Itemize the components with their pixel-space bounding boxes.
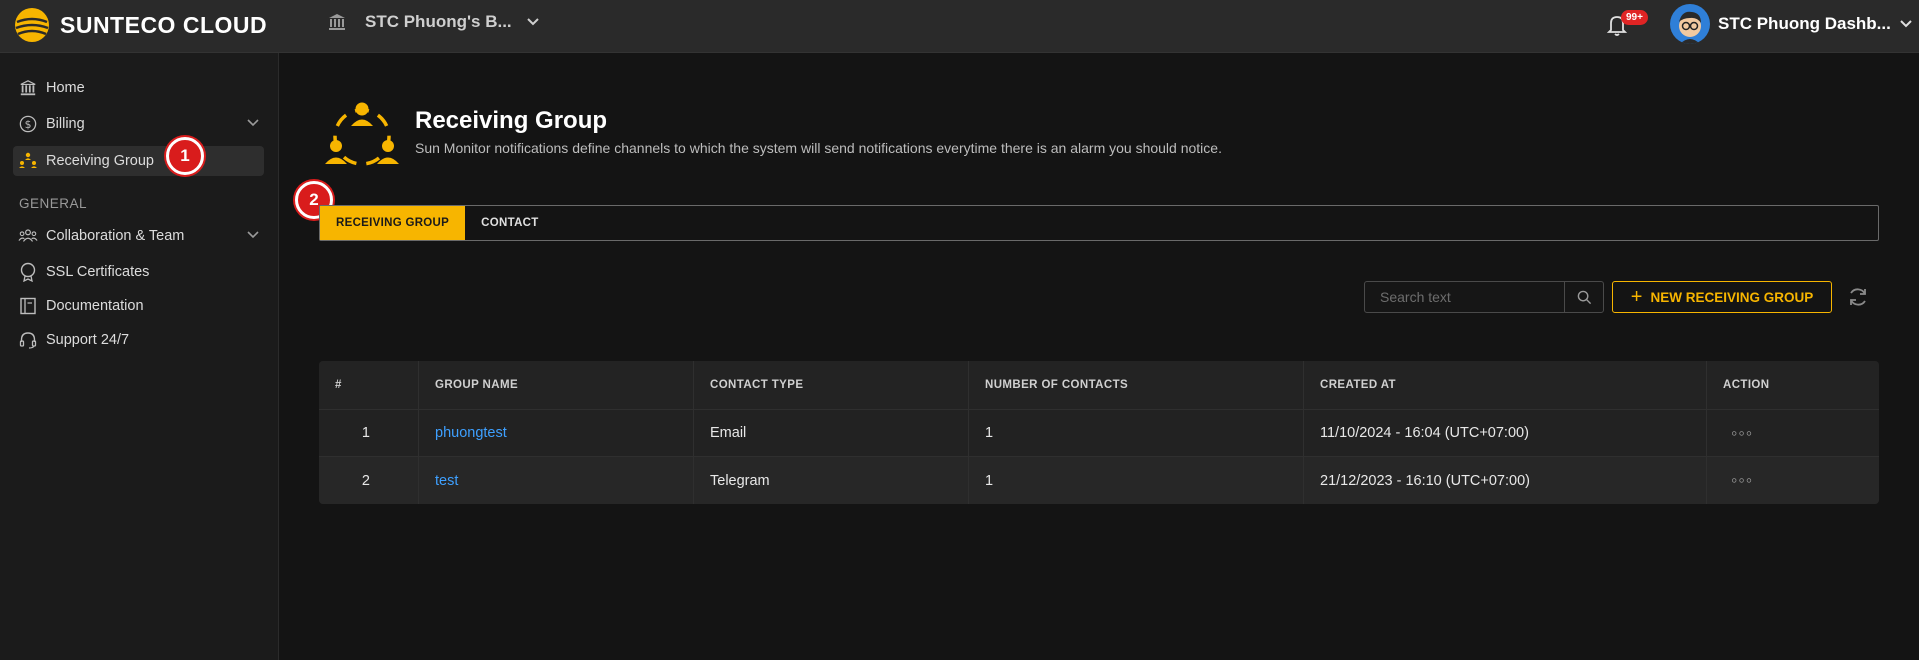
search-icon — [1577, 290, 1591, 304]
more-actions-icon[interactable]: ◦◦◦ — [1723, 423, 1753, 444]
column-header: NUMBER OF CONTACTS — [969, 361, 1304, 409]
created-at-cell: 21/12/2023 - 16:10 (UTC+07:00) — [1304, 457, 1707, 504]
sidebar-item-ssl-certificates[interactable]: SSL Certificates — [13, 257, 264, 287]
chevron-down-icon — [247, 119, 259, 127]
sidebar-item-label: Collaboration & Team — [46, 228, 185, 244]
sidebar-item-label: Billing — [46, 116, 85, 132]
search-input[interactable] — [1365, 282, 1564, 312]
column-header: GROUP NAME — [419, 361, 694, 409]
chevron-down-icon — [1900, 20, 1912, 28]
column-header: CREATED AT — [1304, 361, 1707, 409]
user-name: STC Phuong Dashb... — [1718, 14, 1891, 33]
sidebar-item-label: Home — [46, 80, 85, 96]
sidebar-item-documentation[interactable]: Documentation — [13, 291, 264, 321]
sidebar-item-label: Support 24/7 — [46, 332, 130, 348]
table-row: 2 test Telegram 1 21/12/2023 - 16:10 (UT… — [319, 457, 1879, 504]
more-actions-icon[interactable]: ◦◦◦ — [1723, 470, 1753, 491]
contacts-count-cell: 1 — [969, 457, 1304, 504]
table-header-row: # GROUP NAME CONTACT TYPE NUMBER OF CONT… — [319, 361, 1879, 410]
bank-icon — [329, 14, 345, 30]
sidebar-item-label: Receiving Group — [46, 153, 154, 169]
column-header: CONTACT TYPE — [694, 361, 969, 409]
action-cell: ◦◦◦ — [1707, 457, 1879, 504]
group-name-cell: phuongtest — [419, 410, 694, 456]
annotation-marker-1: 1 — [166, 137, 204, 175]
tab-contact[interactable]: CONTACT — [465, 206, 554, 240]
dollar-icon: $ — [18, 114, 38, 134]
contact-type-cell: Telegram — [694, 457, 969, 504]
table-row: 1 phuongtest Email 1 11/10/2024 - 16:04 … — [319, 410, 1879, 457]
receiving-group-icon — [325, 102, 399, 166]
sidebar-item-label: Documentation — [46, 298, 144, 314]
sidebar-item-receiving-group[interactable]: Receiving Group — [13, 146, 264, 176]
headset-icon — [18, 330, 38, 350]
row-index: 2 — [319, 457, 419, 504]
contact-type-cell: Email — [694, 410, 969, 456]
svg-text:$: $ — [25, 118, 32, 131]
row-index: 1 — [319, 410, 419, 456]
book-icon — [18, 296, 38, 316]
sidebar-item-billing[interactable]: $ Billing — [13, 109, 264, 139]
group-name-link[interactable]: test — [435, 473, 458, 489]
certificate-icon — [18, 262, 38, 282]
sidebar-item-support[interactable]: Support 24/7 — [13, 325, 264, 355]
page-subtitle: Sun Monitor notifications define channel… — [415, 140, 1222, 156]
section-label-general: GENERAL — [19, 196, 88, 211]
avatar — [1670, 4, 1710, 44]
group-name-link[interactable]: phuongtest — [435, 425, 507, 441]
new-receiving-group-button[interactable]: + NEW RECEIVING GROUP — [1612, 281, 1832, 313]
bank-icon — [18, 78, 38, 98]
workspace-selector[interactable]: STC Phuong's B... — [327, 12, 540, 32]
search-button[interactable] — [1564, 282, 1603, 312]
user-menu[interactable]: STC Phuong Dashb... — [1670, 4, 1913, 44]
sidebar-item-home[interactable]: Home — [13, 73, 264, 103]
tab-receiving-group[interactable]: RECEIVING GROUP — [320, 206, 466, 240]
action-cell: ◦◦◦ — [1707, 410, 1879, 456]
sidebar: Home $ Billing Receiving Group GENERAL C… — [0, 53, 279, 660]
plus-icon: + — [1630, 285, 1643, 308]
chevron-down-icon — [526, 18, 539, 26]
brand-logo[interactable]: SUNTECO CLOUD — [14, 7, 267, 43]
group-icon — [18, 151, 38, 171]
created-at-cell: 11/10/2024 - 16:04 (UTC+07:00) — [1304, 410, 1707, 456]
column-header: ACTION — [1723, 379, 1770, 391]
sidebar-item-collaboration[interactable]: Collaboration & Team — [13, 221, 264, 251]
sun-logo-icon — [15, 8, 49, 42]
notification-badge: 99+ — [1621, 10, 1648, 25]
page-title: Receiving Group — [415, 107, 608, 134]
group-name-cell: test — [419, 457, 694, 504]
top-bar: SUNTECO CLOUD STC Phuong's B... 99+ STC … — [0, 0, 1919, 53]
team-icon — [18, 226, 38, 246]
chevron-down-icon — [247, 231, 259, 239]
sidebar-item-label: SSL Certificates — [46, 264, 150, 280]
column-header: # — [319, 361, 419, 409]
brand-name: SUNTECO CLOUD — [60, 11, 268, 38]
tab-bar: RECEIVING GROUP CONTACT — [319, 205, 1879, 241]
search-box — [1364, 281, 1604, 313]
new-button-label: NEW RECEIVING GROUP — [1650, 289, 1814, 305]
refresh-icon[interactable] — [1846, 285, 1870, 309]
contacts-count-cell: 1 — [969, 410, 1304, 456]
workspace-name: STC Phuong's B... — [365, 12, 512, 31]
receiving-group-table: # GROUP NAME CONTACT TYPE NUMBER OF CONT… — [319, 361, 1879, 504]
